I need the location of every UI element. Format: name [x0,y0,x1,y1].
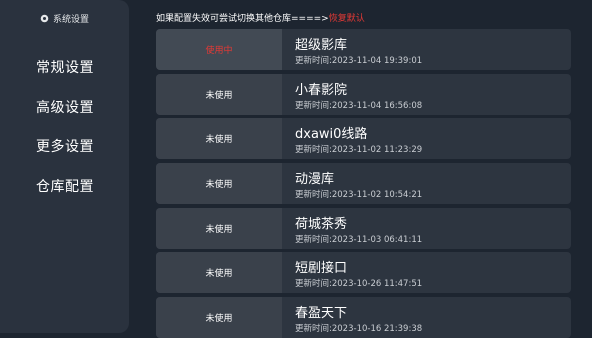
menu-item-more-settings[interactable]: 更多设置 [36,136,94,156]
repo-updated-time: 更新时间:2023-11-02 10:54:21 [295,190,423,200]
sidebar: 系统设置 常规设置 高级设置 更多设置 仓库配置 [0,0,129,333]
repo-row[interactable]: 未使用 春盈天下 更新时间:2023-10-16 21:39:38 [156,297,571,338]
menu-item-advanced-settings[interactable]: 高级设置 [36,97,94,117]
status-badge[interactable]: 未使用 [156,118,282,159]
repo-row[interactable]: 使用中 超级影库 更新时间:2023-11-04 19:39:01 [156,29,571,70]
sidebar-title: 系统设置 [52,15,89,25]
repo-updated-time: 更新时间:2023-10-26 11:47:51 [295,279,423,289]
gear-icon [40,14,49,23]
status-badge[interactable]: 使用中 [156,29,282,70]
repo-row[interactable]: 未使用 dxawi0线路 更新时间:2023-11-02 11:23:29 [156,118,571,159]
repo-row[interactable]: 未使用 荷城茶秀 更新时间:2023-11-03 06:41:11 [156,208,571,249]
repo-name: dxawi0线路 [295,127,368,142]
repo-updated-time: 更新时间:2023-11-03 06:41:11 [295,235,423,245]
menu-item-repo-config[interactable]: 仓库配置 [36,176,94,196]
repo-updated-time: 更新时间:2023-10-16 21:39:38 [295,324,423,334]
repo-name: 荷城茶秀 [295,217,348,232]
notice-text: 如果配置失效可尝试切换其他仓库====> [156,14,329,24]
repo-row[interactable]: 未使用 小春影院 更新时间:2023-11-04 16:56:08 [156,74,571,115]
notice-bar: 如果配置失效可尝试切换其他仓库====>恢复默认 [156,11,365,24]
repo-name: 超级影库 [295,38,348,53]
status-badge[interactable]: 未使用 [156,208,282,249]
repo-name: 小春影院 [295,83,348,98]
repo-name: 短剧接口 [295,261,348,276]
status-badge[interactable]: 未使用 [156,252,282,293]
repo-updated-time: 更新时间:2023-11-04 16:56:08 [295,101,423,111]
repo-name: 春盈天下 [295,306,348,321]
status-badge[interactable]: 未使用 [156,297,282,338]
sidebar-header: 系统设置 [0,12,129,25]
status-badge[interactable]: 未使用 [156,163,282,204]
repo-row[interactable]: 未使用 短剧接口 更新时间:2023-10-26 11:47:51 [156,252,571,293]
restore-default-link[interactable]: 恢复默认 [329,14,365,24]
menu-item-general-settings[interactable]: 常规设置 [36,57,94,77]
repo-updated-time: 更新时间:2023-11-04 19:39:01 [295,56,423,66]
repo-updated-time: 更新时间:2023-11-02 11:23:29 [295,145,423,155]
repo-name: 动漫库 [295,172,335,187]
status-badge[interactable]: 未使用 [156,74,282,115]
repo-row[interactable]: 未使用 动漫库 更新时间:2023-11-02 10:54:21 [156,163,571,204]
